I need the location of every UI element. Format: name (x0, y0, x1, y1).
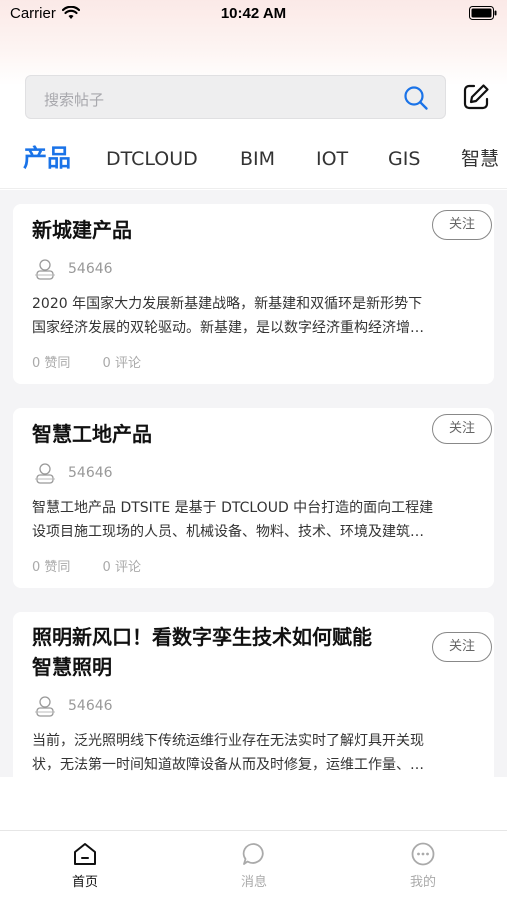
search-placeholder: 搜索帖子 (44, 91, 105, 109)
nav-label: 消息 (240, 875, 267, 890)
follow-button[interactable]: 关注 (432, 632, 492, 662)
nav-label: 首页 (71, 875, 98, 890)
search-input[interactable]: 搜索帖子 (25, 75, 446, 119)
post-title-line: 智慧工地产品 (32, 422, 152, 446)
message-icon (242, 843, 264, 865)
excerpt-line: 国家经济发展的双轮驱动。新基建，是以数字经济重构经济增… (32, 320, 424, 336)
status-time: 10:42 AM (220, 5, 287, 22)
profile-icon (411, 842, 435, 866)
post-title-line: 新城建产品 (32, 218, 132, 242)
post-card[interactable]: 照明新风口！看数字孪生技术如何赋能 智慧照明 关注 54646 当前，泛光照明线… (13, 612, 494, 777)
likes-count[interactable]: 0 赞同 (32, 560, 70, 575)
comments-count[interactable]: 0 评论 (103, 560, 141, 575)
bottom-nav: 首页 消息 我的 (0, 830, 507, 900)
follow-button[interactable]: 关注 (432, 210, 492, 240)
likes-count[interactable]: 0 赞同 (32, 356, 70, 371)
avatar[interactable] (32, 256, 58, 282)
edit-icon[interactable] (461, 82, 491, 112)
post-title-line: 照明新风口！看数字孪生技术如何赋能 (32, 625, 372, 649)
tab-gis[interactable]: GIS (388, 138, 420, 182)
avatar[interactable] (32, 693, 58, 719)
category-tabs: 产品 DTCLOUD BIM IOT GIS 智慧 (0, 138, 507, 182)
excerpt-line: 设项目施工现场的人员、机械设备、物料、技术、环境及建筑… (32, 524, 424, 540)
nav-label: 我的 (409, 875, 436, 890)
tab-bim[interactable]: BIM (240, 138, 275, 182)
post-title[interactable]: 照明新风口！看数字孪生技术如何赋能 智慧照明 (32, 622, 372, 682)
post-card[interactable]: 新城建产品 关注 54646 2020 年国家大力发展新基建战略，新基建和双循环… (13, 204, 494, 384)
post-stats: 0 赞同 0 评论 (32, 556, 169, 575)
tab-iot[interactable]: IOT (316, 138, 348, 182)
follow-button[interactable]: 关注 (432, 414, 492, 444)
battery-icon (469, 6, 497, 20)
author-id[interactable]: 54646 (68, 261, 113, 277)
tabs-divider (0, 188, 507, 189)
post-excerpt[interactable]: 当前，泛光照明线下传统运维行业存在无法实时了解灯具开关现 状，无法第一时间知道故… (32, 729, 480, 777)
excerpt-line: 2020 年国家大力发展新基建战略，新基建和双循环是新形势下 (32, 296, 423, 312)
tab-smart[interactable]: 智慧 (461, 138, 499, 182)
status-bar: Carrier 10:42 AM (0, 0, 507, 30)
post-feed[interactable]: 新城建产品 关注 54646 2020 年国家大力发展新基建战略，新基建和双循环… (0, 190, 507, 777)
tab-product[interactable]: 产品 (23, 138, 71, 182)
post-stats: 0 赞同 0 评论 (32, 352, 169, 371)
avatar[interactable] (32, 460, 58, 486)
tab-dtcloud[interactable]: DTCLOUD (106, 138, 198, 182)
author-id[interactable]: 54646 (68, 465, 113, 481)
home-icon (74, 843, 96, 865)
search-icon[interactable] (403, 85, 429, 111)
post-title[interactable]: 新城建产品 (32, 215, 132, 245)
nav-home[interactable]: 首页 (45, 841, 125, 890)
post-title-line: 智慧照明 (32, 655, 112, 679)
post-excerpt[interactable]: 2020 年国家大力发展新基建战略，新基建和双循环是新形势下 国家经济发展的双轮… (32, 292, 480, 340)
excerpt-line: 状，无法第一时间知道故障设备从而及时修复，运维工作量、… (32, 757, 424, 773)
post-card[interactable]: 智慧工地产品 关注 54646 智慧工地产品 DTSITE 是基于 DTCLOU… (13, 408, 494, 588)
comments-count[interactable]: 0 评论 (103, 356, 141, 371)
nav-messages[interactable]: 消息 (214, 841, 294, 890)
excerpt-line: 当前，泛光照明线下传统运维行业存在无法实时了解灯具开关现 (32, 733, 424, 749)
post-excerpt[interactable]: 智慧工地产品 DTSITE 是基于 DTCLOUD 中台打造的面向工程建 设项目… (32, 496, 480, 544)
post-title[interactable]: 智慧工地产品 (32, 419, 152, 449)
excerpt-line: 智慧工地产品 DTSITE 是基于 DTCLOUD 中台打造的面向工程建 (32, 500, 434, 516)
nav-profile[interactable]: 我的 (383, 841, 463, 890)
author-id[interactable]: 54646 (68, 698, 113, 714)
